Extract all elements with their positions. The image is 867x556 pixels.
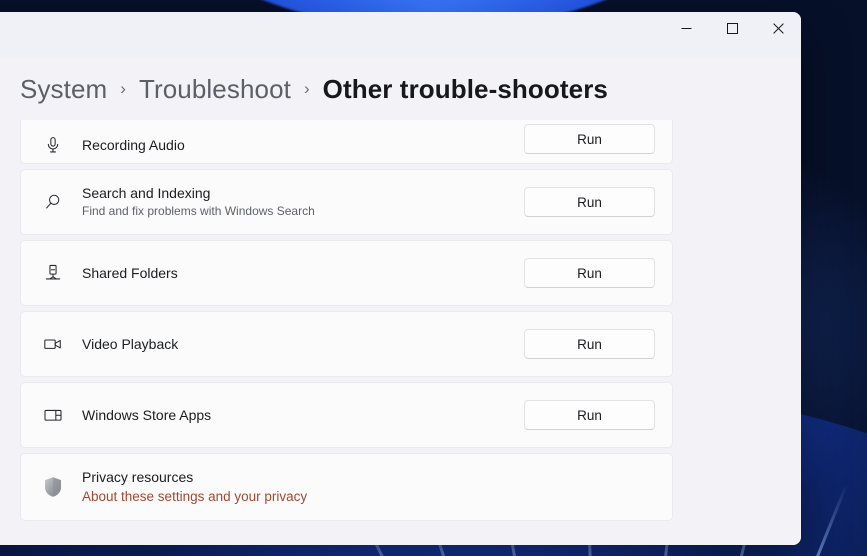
minimize-icon <box>681 27 691 29</box>
privacy-resources-title: Privacy resources <box>82 469 194 485</box>
run-button[interactable]: Run <box>524 187 655 217</box>
page-title: Other trouble-shooters <box>322 73 608 104</box>
list-item[interactable]: Recording Audio Run <box>20 120 673 164</box>
list-item-title: Shared Folders <box>82 265 178 281</box>
maximize-button[interactable] <box>709 12 755 44</box>
list-item-text: Shared Folders <box>82 264 524 282</box>
maximize-icon <box>726 22 738 34</box>
list-item[interactable]: Shared Folders Run <box>20 240 673 306</box>
shared-folders-icon <box>37 264 69 282</box>
list-item-title: Search and Indexing <box>82 185 211 201</box>
shield-icon <box>37 475 69 499</box>
breadcrumb-separator: › <box>120 79 126 98</box>
privacy-resources-text: Privacy resources About these settings a… <box>82 468 655 506</box>
settings-window: System › Troubleshoot › Other trouble-sh… <box>0 12 801 545</box>
troubleshooter-list: Recording Audio Run Search and Indexing … <box>20 120 673 521</box>
list-item-text: Search and Indexing Find and fix problem… <box>82 184 524 220</box>
shield-icon-glyph <box>45 477 61 497</box>
breadcrumb-separator: › <box>303 79 310 98</box>
page-header: System › Troubleshoot › Other trouble-sh… <box>0 58 801 120</box>
run-button[interactable]: Run <box>524 258 655 288</box>
breadcrumb-item-troubleshoot[interactable]: Troubleshoot <box>139 74 291 105</box>
run-button[interactable]: Run <box>524 329 655 359</box>
list-item-text: Windows Store Apps <box>82 406 524 424</box>
minimize-button[interactable] <box>663 12 709 44</box>
run-button[interactable]: Run <box>524 124 655 154</box>
run-button[interactable]: Run <box>524 400 655 430</box>
list-item[interactable]: Windows Store Apps Run <box>20 382 673 448</box>
list-item-text: Recording Audio <box>82 136 524 154</box>
microphone-icon <box>37 136 69 154</box>
store-apps-icon <box>37 406 69 424</box>
list-item-text: Video Playback <box>82 335 524 353</box>
search-icon <box>37 193 69 211</box>
list-item-title: Windows Store Apps <box>82 407 212 423</box>
privacy-resources-card: Privacy resources About these settings a… <box>20 453 673 521</box>
breadcrumb: System › Troubleshoot › Other trouble-sh… <box>20 74 608 105</box>
close-icon <box>772 22 784 34</box>
list-item[interactable]: Search and Indexing Find and fix problem… <box>20 169 673 235</box>
list-item-title: Recording Audio <box>82 137 185 153</box>
troubleshooters-content: Recording Audio Run Search and Indexing … <box>0 120 801 545</box>
list-item-subtitle: Find and fix problems with Windows Searc… <box>82 204 315 218</box>
window-caption-buttons <box>663 12 801 44</box>
privacy-settings-link[interactable]: About these settings and your privacy <box>82 488 655 506</box>
close-button[interactable] <box>755 12 801 44</box>
list-item-title: Video Playback <box>82 336 179 352</box>
video-camera-icon <box>37 335 69 353</box>
window-titlebar <box>0 12 801 58</box>
breadcrumb-item-system[interactable]: System <box>20 74 107 105</box>
list-item[interactable]: Video Playback Run <box>20 311 673 377</box>
